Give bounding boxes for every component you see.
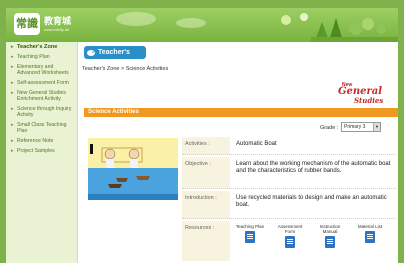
site-name: 教育城 <box>44 17 72 27</box>
section-header: Science Activities <box>84 108 398 117</box>
resource-teaching-plan[interactable]: Teaching Plan <box>234 224 266 243</box>
document-icon <box>365 231 375 243</box>
sidebar-item-reference-note[interactable]: ▸ Reference Note <box>6 136 77 146</box>
document-icon <box>325 236 335 248</box>
resource-material-list[interactable]: Material List <box>354 224 386 243</box>
resource-label: Material List <box>357 224 383 229</box>
sidebar-item-project-samples[interactable]: ▸ Project Samples <box>6 146 77 156</box>
site-url: www.edcity.hk <box>44 27 70 32</box>
sidebar-item-self-assessment[interactable]: ▸ Self-assessment Form <box>6 78 77 88</box>
sidebar-item-worksheets[interactable]: ▸ Elementary and Advanced Worksheets <box>6 62 77 78</box>
introduction-value: Use recycled materials to design and mak… <box>236 195 387 208</box>
new-general-studies-logo: New General Studies <box>332 82 392 105</box>
row-divider <box>182 154 396 155</box>
resource-label: Teaching Plan <box>235 224 265 229</box>
sidebar-item-label: Teaching Plan <box>17 54 50 60</box>
row-introduction: Introduction : Use recycled materials to… <box>182 191 396 219</box>
row-divider <box>182 218 396 219</box>
grade-label: Grade : <box>320 125 339 131</box>
header-cloud <box>116 12 156 26</box>
resource-label: Assessment Form <box>277 224 303 234</box>
site-header: 常識 教育城 www.edcity.hk <box>6 8 398 42</box>
activities-label: Activities : <box>182 137 230 155</box>
header-landscape-art <box>281 13 398 42</box>
grade-select[interactable]: Primary 3 ▼ <box>341 122 381 132</box>
resource-label: Instruction Manual <box>319 224 341 234</box>
resource-assessment-form[interactable]: Assessment Form <box>274 224 306 248</box>
automatic-boat-illustration <box>88 138 178 200</box>
teachers-zone-badge: Teacher's Zone <box>84 46 146 69</box>
sidebar-item-label: New General Studies Enrichment Activity <box>17 90 67 102</box>
sidebar-item-label: Teacher's Zone <box>17 44 58 50</box>
introduction-label: Introduction : <box>182 191 230 219</box>
objective-label: Objective : <box>182 157 230 189</box>
row-divider <box>182 188 396 189</box>
header-cloud <box>176 18 206 28</box>
breadcrumb: Teacher's Zone > Science Activities <box>82 66 169 72</box>
objective-value: Learn about the working mechanism of the… <box>236 161 391 174</box>
row-activities: Activities : Automatic Boat <box>182 137 396 155</box>
activity-details: Activities : Automatic Boat Objective : … <box>182 137 396 263</box>
site-logo[interactable]: 常識 <box>14 13 40 35</box>
chevron-down-icon: ▼ <box>373 123 380 131</box>
main-content: Teacher's Zone Teacher's Zone > Science … <box>80 42 398 263</box>
grade-selected-value: Primary 3 <box>344 124 366 130</box>
sidebar-item-science-inquiry[interactable]: ▸ Science through Inquiry Activity <box>6 104 77 120</box>
activities-value: Automatic Boat <box>236 141 277 147</box>
resource-instruction-manual[interactable]: Instruction Manual <box>314 224 346 248</box>
row-resources: Resources : Teaching Plan Assessment For… <box>182 221 396 261</box>
page: 常識 教育城 www.edcity.hk ▸ Teacher's Zone ▸ … <box>6 8 398 263</box>
row-objective: Objective : Learn about the working mech… <box>182 157 396 189</box>
section-title: Science Activities <box>88 109 139 115</box>
sidebar-item-label: Project Samples <box>17 148 55 154</box>
document-icon <box>245 231 255 243</box>
sidebar-item-teachers-zone[interactable]: ▸ Teacher's Zone <box>6 42 77 52</box>
resources-label: Resources : <box>182 221 230 261</box>
sidebar-item-label: Science through Inquiry Activity <box>17 106 72 118</box>
sidebar-item-small-class[interactable]: ▸ Small Class Teaching Plan <box>6 120 77 136</box>
sidebar-item-label: Small Class Teaching Plan <box>17 122 67 134</box>
sidebar-item-teaching-plan[interactable]: ▸ Teaching Plan <box>6 52 77 62</box>
sidebar-item-label: Self-assessment Form <box>17 80 69 86</box>
sidebar-nav: ▸ Teacher's Zone ▸ Teaching Plan ▸ Eleme… <box>6 42 78 263</box>
sidebar-item-enrichment[interactable]: ▸ New General Studies Enrichment Activit… <box>6 88 77 104</box>
sidebar-item-label: Elementary and Advanced Worksheets <box>17 64 69 76</box>
document-icon <box>285 236 295 248</box>
sidebar-item-label: Reference Note <box>17 138 54 144</box>
bird-icon <box>87 50 95 56</box>
brand-studies: Studies <box>354 96 384 105</box>
